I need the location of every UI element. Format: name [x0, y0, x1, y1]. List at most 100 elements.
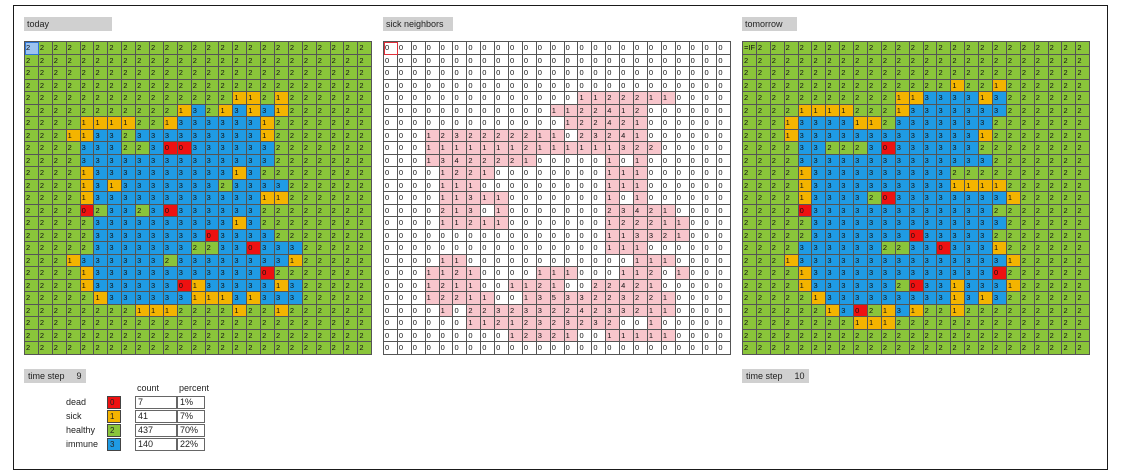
grid-cell[interactable]: 2: [233, 54, 248, 67]
grid-cell[interactable]: 3: [163, 129, 178, 142]
grid-cell[interactable]: 0: [536, 229, 551, 242]
grid-cell[interactable]: 2: [358, 167, 373, 180]
grid-cell[interactable]: 2: [316, 229, 331, 242]
grid-cell[interactable]: 0: [550, 229, 565, 242]
legend-percent[interactable]: 1%: [177, 396, 205, 409]
grid-cell[interactable]: 3: [923, 142, 938, 155]
grid-cell[interactable]: 3: [108, 279, 123, 292]
grid-cell[interactable]: 1: [453, 142, 468, 155]
grid-cell[interactable]: 1: [467, 142, 482, 155]
grid-cell[interactable]: 3: [854, 229, 869, 242]
grid-cell[interactable]: 2: [275, 154, 289, 167]
grid-cell[interactable]: 2: [840, 142, 855, 155]
grid-cell[interactable]: 3: [965, 117, 980, 130]
grid-cell[interactable]: 2: [358, 329, 373, 342]
grid-cell[interactable]: 2: [1076, 67, 1091, 80]
grid-cell[interactable]: 2: [344, 217, 359, 230]
grid-cell[interactable]: 0: [661, 104, 676, 117]
grid-cell[interactable]: 3: [163, 279, 178, 292]
grid-cell[interactable]: 0: [411, 117, 426, 130]
grid-cell[interactable]: 0: [536, 67, 551, 80]
grid-cell[interactable]: 3: [993, 292, 1007, 305]
grid-cell[interactable]: 2: [1020, 129, 1035, 142]
grid-cell[interactable]: 0: [439, 229, 454, 242]
grid-cell[interactable]: 2: [770, 292, 785, 305]
legend-count[interactable]: 7: [135, 396, 177, 409]
grid-cell[interactable]: 3: [909, 292, 924, 305]
grid-cell[interactable]: 2: [330, 79, 345, 92]
grid-cell[interactable]: 2: [606, 292, 621, 305]
grid-cell[interactable]: 2: [1034, 129, 1049, 142]
grid-cell[interactable]: 2: [770, 329, 785, 342]
grid-cell[interactable]: 0: [592, 329, 607, 342]
grid-cell[interactable]: 2: [94, 204, 109, 217]
grid-cell[interactable]: 0: [425, 229, 440, 242]
grid-cell[interactable]: 2: [1006, 104, 1021, 117]
grid-cell[interactable]: 2: [840, 329, 855, 342]
grid-cell[interactable]: 2: [38, 104, 53, 117]
grid-cell[interactable]: 2: [330, 142, 345, 155]
grid-cell[interactable]: 2: [344, 267, 359, 280]
grid-cell[interactable]: 0: [384, 92, 398, 105]
grid-cell[interactable]: 3: [150, 229, 164, 242]
grid-cell[interactable]: 2: [634, 92, 648, 105]
grid-cell[interactable]: 2: [634, 279, 648, 292]
grid-cell[interactable]: 0: [592, 217, 607, 230]
grid-cell[interactable]: 2: [756, 267, 771, 280]
grid-cell[interactable]: 2: [288, 267, 303, 280]
grid-cell[interactable]: 3: [826, 129, 841, 142]
grid-cell[interactable]: 4: [578, 304, 593, 317]
grid-cell[interactable]: 0: [453, 104, 468, 117]
grid-cell[interactable]: 2: [1048, 292, 1063, 305]
grid-cell[interactable]: 3: [868, 204, 882, 217]
grid-cell[interactable]: 2: [25, 317, 39, 330]
grid-cell[interactable]: 2: [122, 329, 137, 342]
grid-cell[interactable]: 2: [550, 304, 565, 317]
grid-cell[interactable]: 2: [881, 67, 896, 80]
grid-cell[interactable]: 0: [578, 267, 593, 280]
grid-cell[interactable]: 1: [80, 279, 95, 292]
grid-cell[interactable]: 3: [965, 229, 980, 242]
grid-cell[interactable]: 3: [881, 129, 896, 142]
grid-cell[interactable]: 0: [703, 229, 718, 242]
grid-cell[interactable]: 2: [122, 54, 137, 67]
grid-cell[interactable]: 0: [854, 304, 869, 317]
grid-cell[interactable]: 2: [66, 142, 81, 155]
grid-cell[interactable]: 3: [205, 129, 220, 142]
grid-cell[interactable]: 2: [993, 154, 1007, 167]
grid-cell[interactable]: 3: [122, 292, 137, 305]
grid-cell[interactable]: 2: [330, 167, 345, 180]
grid-cell[interactable]: 0: [495, 104, 510, 117]
grid-cell[interactable]: 0: [411, 342, 426, 355]
grid-cell[interactable]: 2: [937, 67, 952, 80]
grid-cell[interactable]: 3: [993, 192, 1007, 205]
grid-cell[interactable]: 2: [979, 329, 994, 342]
grid-cell[interactable]: 2: [38, 54, 53, 67]
grid-cell[interactable]: 2: [743, 292, 757, 305]
grid-cell[interactable]: 3: [840, 254, 855, 267]
grid-cell[interactable]: 2: [275, 229, 289, 242]
grid-cell[interactable]: 2: [344, 92, 359, 105]
grid-cell[interactable]: 2: [798, 292, 813, 305]
grid-cell[interactable]: 3: [219, 254, 234, 267]
grid-cell[interactable]: 2: [38, 79, 53, 92]
grid-cell[interactable]: 2: [66, 92, 81, 105]
grid-cell[interactable]: 0: [495, 329, 510, 342]
grid-cell[interactable]: 1: [425, 142, 440, 155]
grid-cell[interactable]: 2: [756, 104, 771, 117]
grid-cell[interactable]: 2: [993, 342, 1007, 355]
grid-cell[interactable]: 3: [909, 242, 924, 255]
grid-cell[interactable]: 1: [606, 242, 621, 255]
grid-cell[interactable]: 2: [52, 217, 67, 230]
grid-cell[interactable]: 0: [495, 342, 510, 355]
grid-cell[interactable]: 0: [675, 154, 690, 167]
grid-cell[interactable]: 2: [1034, 142, 1049, 155]
grid-cell[interactable]: 3: [895, 292, 910, 305]
grid-cell[interactable]: 0: [384, 142, 398, 155]
grid-cell[interactable]: 2: [108, 92, 123, 105]
grid-cell[interactable]: 0: [481, 179, 496, 192]
grid-cell[interactable]: 2: [288, 79, 303, 92]
grid-cell[interactable]: 2: [1076, 129, 1091, 142]
grid-cell[interactable]: 3: [826, 254, 841, 267]
grid-cell[interactable]: 2: [592, 304, 607, 317]
